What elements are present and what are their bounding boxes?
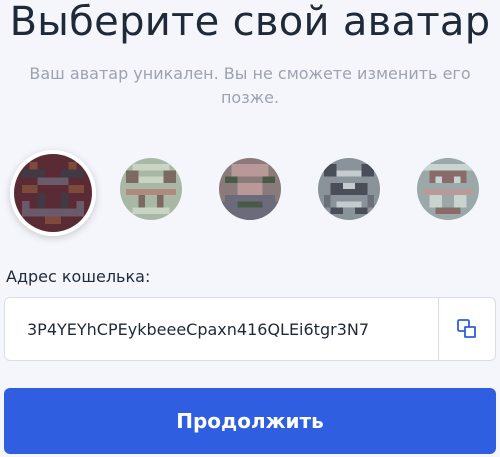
copy-address-button[interactable] <box>438 298 495 360</box>
continue-button[interactable]: Продолжить <box>4 388 496 454</box>
copy-icon <box>457 319 476 338</box>
wallet-address-value[interactable]: 3P4YEYhCPEykbeeeCpaxn416QLEi6tgr3N7 <box>5 320 438 339</box>
wallet-address-label: Адрес кошелька: <box>6 267 151 286</box>
wallet-address-field: 3P4YEYhCPEykbeeeCpaxn416QLEi6tgr3N7 <box>4 297 496 361</box>
avatar-option-3[interactable] <box>219 158 281 220</box>
avatar-3-image <box>219 158 281 220</box>
avatar-option-4[interactable] <box>318 158 380 220</box>
avatar-option-1[interactable] <box>10 150 96 236</box>
avatar-list <box>0 150 500 236</box>
avatar-1-image <box>14 154 92 232</box>
avatar-selection-page: Выберите свой аватар Ваш аватар уникален… <box>0 0 500 457</box>
page-subtitle: Ваш аватар уникален. Вы не сможете измен… <box>29 64 471 107</box>
avatar-2-image <box>120 158 182 220</box>
avatar-option-5[interactable] <box>417 158 479 220</box>
avatar-option-2[interactable] <box>120 158 182 220</box>
avatar-5-image <box>417 158 479 220</box>
page-title: Выберите свой аватар <box>9 0 491 45</box>
avatar-4-image <box>318 158 380 220</box>
